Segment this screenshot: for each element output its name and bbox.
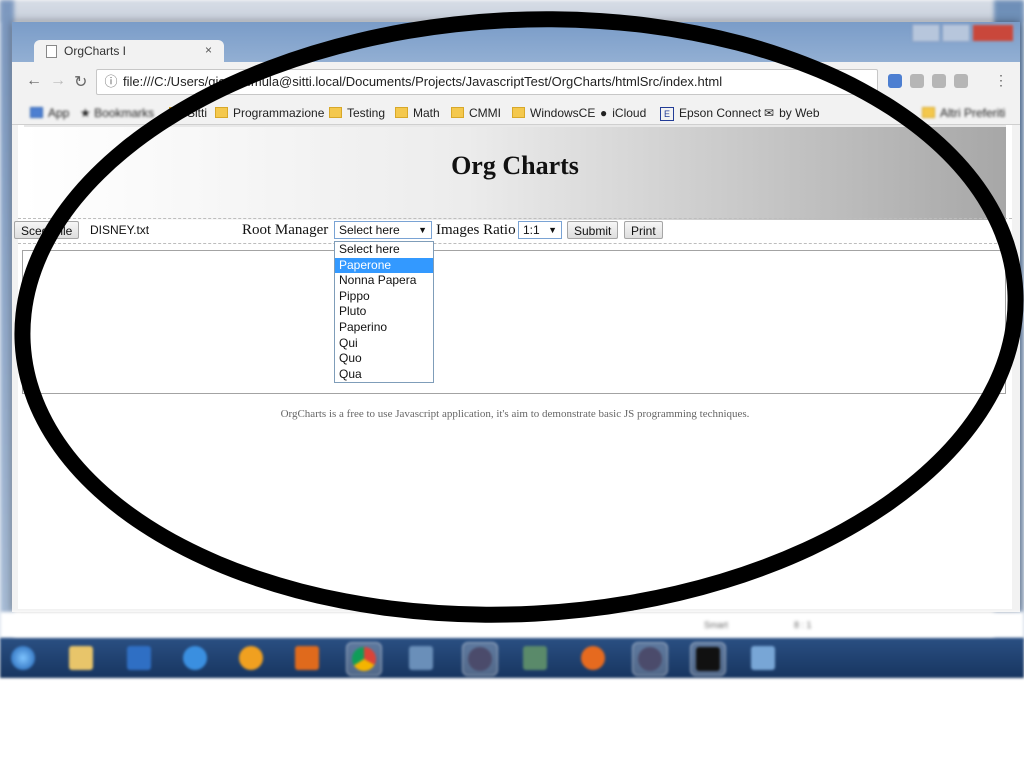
- reload-icon[interactable]: ↻: [74, 72, 87, 92]
- dropdown-option[interactable]: Pluto: [335, 304, 433, 320]
- start-button[interactable]: [6, 642, 40, 674]
- root-manager-dropdown: Select here Paperone Nonna Papera Pippo …: [334, 241, 434, 384]
- chevron-down-icon: ▼: [418, 225, 427, 235]
- print-button[interactable]: Print: [624, 221, 663, 239]
- bookmark-windowsce[interactable]: WindowsCE: [512, 106, 595, 120]
- bookmark-sitti[interactable]: Sitti: [169, 106, 207, 120]
- chrome-icon[interactable]: [346, 642, 382, 676]
- page-content: Org Charts Scegli file DISNEY.txt Root M…: [14, 125, 1012, 609]
- page-title: Org Charts: [451, 151, 579, 180]
- epson-icon: E: [660, 107, 674, 121]
- back-arrow-icon[interactable]: ←: [26, 72, 42, 90]
- bookmark-bookmarks[interactable]: ★ Bookmarks: [80, 106, 154, 120]
- page-icon: [46, 45, 57, 58]
- chevron-down-icon: ▼: [548, 225, 557, 235]
- forward-arrow-icon[interactable]: →: [50, 72, 66, 90]
- close-window-button[interactable]: [972, 24, 1014, 42]
- extension-icon[interactable]: [954, 74, 968, 88]
- bookmark-altri-preferiti[interactable]: Altri Preferiti: [922, 106, 1005, 120]
- submit-button[interactable]: Submit: [567, 221, 619, 239]
- window-controls: [912, 24, 1014, 42]
- status-cell: 8 : 1: [794, 620, 812, 630]
- outlook-icon[interactable]: [122, 642, 156, 674]
- chart-area: [22, 250, 1006, 394]
- page-footer: OrgCharts is a free to use Javascript ap…: [280, 408, 750, 420]
- taskbar: [0, 638, 1024, 678]
- dropdown-option[interactable]: Qua: [335, 367, 433, 383]
- choose-file-button[interactable]: Scegli file: [14, 221, 80, 239]
- firefox-icon[interactable]: [576, 642, 610, 674]
- bookmark-epson-connect[interactable]: E Epson Connect: [660, 106, 761, 121]
- bookmark-programmazione[interactable]: Programmazione: [215, 106, 324, 120]
- apple-icon: ●: [600, 106, 608, 120]
- status-cell: Smart: [704, 620, 729, 630]
- media-player-icon[interactable]: [290, 642, 324, 674]
- root-manager-label: Root Manager: [242, 222, 329, 238]
- status-strip: Smart 8 : 1: [0, 612, 1024, 638]
- dropdown-option[interactable]: Qui: [335, 336, 433, 352]
- close-tab-icon[interactable]: ×: [205, 43, 212, 57]
- extension-icon[interactable]: [910, 74, 924, 88]
- extension-icon[interactable]: [932, 74, 946, 88]
- dropdown-option[interactable]: Select here: [335, 242, 433, 258]
- tab-orgcharts[interactable]: OrgCharts I ×: [34, 40, 224, 62]
- bookmark-math[interactable]: Math: [395, 106, 440, 120]
- app-icon[interactable]: [632, 642, 668, 676]
- web-icon: ✉: [764, 106, 775, 120]
- site-info-icon[interactable]: ⓘ: [103, 70, 119, 94]
- bookmarks-bar: App ★ Bookmarks Sitti Programmazione Tes…: [12, 102, 1020, 125]
- root-manager-select[interactable]: Select here ▼: [334, 221, 432, 239]
- bookmark-cmmi[interactable]: CMMI: [451, 106, 501, 120]
- dropdown-option[interactable]: Pippo: [335, 289, 433, 305]
- explorer-icon[interactable]: [64, 642, 98, 674]
- dropdown-option[interactable]: Nonna Papera: [335, 273, 433, 289]
- network-icon[interactable]: [404, 642, 438, 674]
- selected-file-name: DISNEY.txt: [90, 223, 150, 237]
- menu-kebab-icon[interactable]: ⋮: [994, 72, 1008, 89]
- dropdown-option[interactable]: Paperino: [335, 320, 433, 336]
- bookmark-apps[interactable]: App: [30, 106, 69, 120]
- bookmark-testing[interactable]: Testing: [329, 106, 385, 120]
- media-icon[interactable]: [234, 642, 268, 674]
- maximize-button[interactable]: [942, 24, 970, 42]
- root-manager-value: Select here: [339, 223, 400, 237]
- images-ratio-select[interactable]: 1:1 ▼: [518, 221, 562, 239]
- internet-explorer-icon[interactable]: [178, 642, 212, 674]
- control-panel-icon[interactable]: [746, 642, 780, 674]
- terminal-icon[interactable]: [690, 642, 726, 676]
- browser-toolbar: ← → ↻ ⓘ file:///C:/Users/giorgio.mula@si…: [12, 62, 1020, 102]
- tab-title: OrgCharts I: [64, 44, 127, 58]
- images-ratio-value: 1:1: [523, 223, 540, 237]
- browser-window: OrgCharts I × ← → ↻ ⓘ file:///C:/Users/g…: [12, 22, 1020, 612]
- address-url: file:///C:/Users/giorgio.mula@sitti.loca…: [123, 74, 723, 89]
- dropdown-option-highlighted[interactable]: Paperone: [335, 257, 433, 274]
- tab-strip: OrgCharts I ×: [12, 22, 1020, 62]
- dropdown-option[interactable]: Quo: [335, 351, 433, 367]
- desktop-menu-strip: [0, 0, 1024, 22]
- tool-icon[interactable]: [518, 642, 552, 674]
- app-icon[interactable]: [462, 642, 498, 676]
- bookmark-by-web[interactable]: ✉ by Web: [764, 106, 820, 120]
- bookmark-icloud[interactable]: ● iCloud: [600, 106, 646, 120]
- extension-user-icon[interactable]: [888, 74, 902, 88]
- minimize-button[interactable]: [912, 24, 940, 42]
- address-bar[interactable]: ⓘ file:///C:/Users/giorgio.mula@sitti.lo…: [96, 69, 878, 95]
- control-bar: Scegli file DISNEY.txt Root Manager Sele…: [14, 218, 1012, 244]
- page-header: Org Charts: [24, 125, 1006, 220]
- images-ratio-label: Images Ratio: [436, 222, 516, 238]
